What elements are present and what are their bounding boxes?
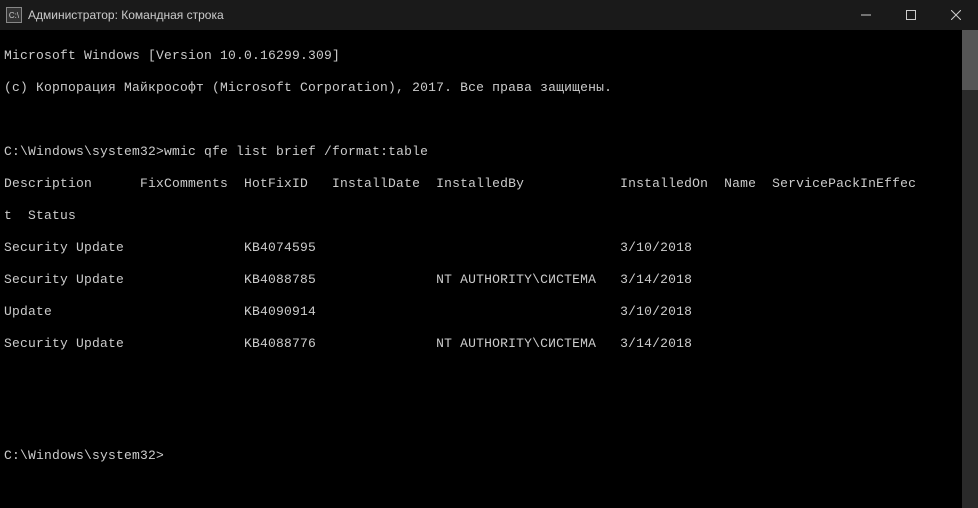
minimize-button[interactable] xyxy=(843,0,888,30)
table-row: Update KB4090914 3/10/2018 xyxy=(4,304,974,320)
titlebar[interactable]: C:\ Администратор: Командная строка xyxy=(0,0,978,30)
close-button[interactable] xyxy=(933,0,978,30)
table-header-row: Description FixComments HotFixID Install… xyxy=(4,176,974,192)
prompt-line: C:\Windows\system32> xyxy=(4,448,974,464)
cmd-icon: C:\ xyxy=(6,7,22,23)
blank-line xyxy=(4,288,974,304)
table-row: Security Update KB4088776 NT AUTHORITY\С… xyxy=(4,336,974,352)
window-title: Администратор: Командная строка xyxy=(28,8,843,22)
command-line: C:\Windows\system32>wmic qfe list brief … xyxy=(4,144,974,160)
blank-line xyxy=(4,320,974,336)
table-row: Security Update KB4088785 NT AUTHORITY\С… xyxy=(4,272,974,288)
banner-line: (c) Корпорация Майкрософт (Microsoft Cor… xyxy=(4,80,974,96)
banner-line: Microsoft Windows [Version 10.0.16299.30… xyxy=(4,48,974,64)
blank-line xyxy=(4,112,974,128)
blank-line xyxy=(4,384,974,400)
blank-line xyxy=(4,416,974,432)
blank-line xyxy=(4,256,974,272)
table-row: Security Update KB4074595 3/10/2018 xyxy=(4,240,974,256)
vertical-scrollbar[interactable] xyxy=(962,30,978,508)
table-header-row: t Status xyxy=(4,208,974,224)
maximize-button[interactable] xyxy=(888,0,933,30)
scrollbar-thumb[interactable] xyxy=(962,30,978,90)
window-controls xyxy=(843,0,978,30)
terminal-output[interactable]: Microsoft Windows [Version 10.0.16299.30… xyxy=(0,30,978,482)
blank-line xyxy=(4,352,974,368)
